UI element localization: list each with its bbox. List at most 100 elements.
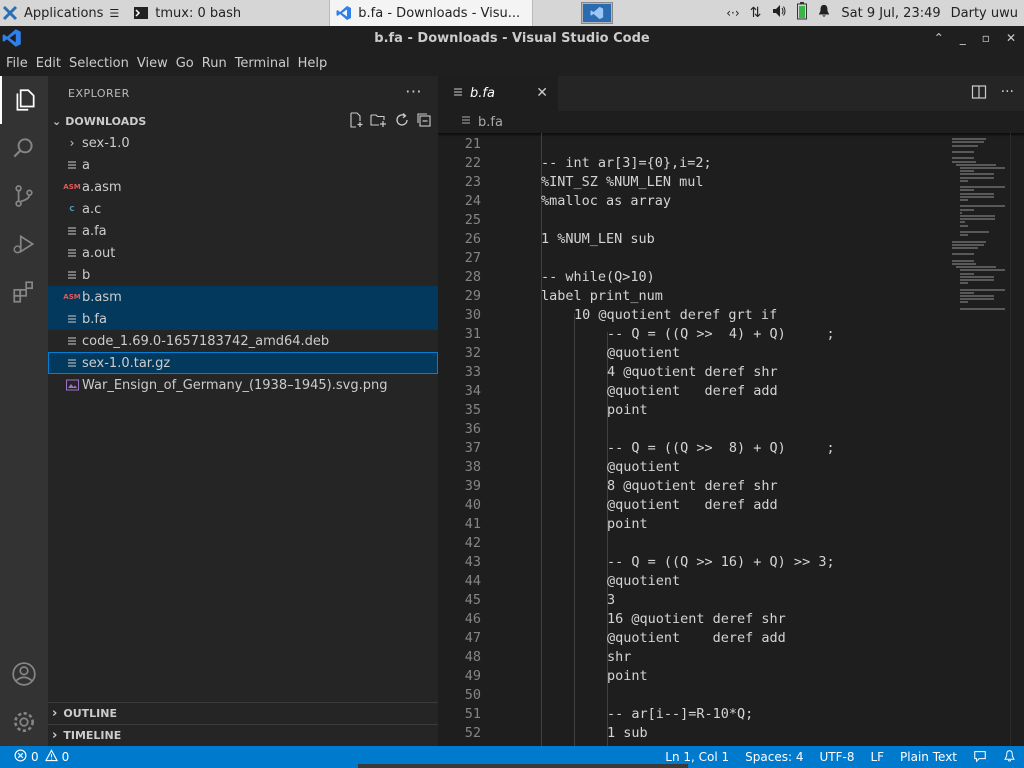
code-line: 34 @quotient deref add [438,382,958,401]
code-line: 29 label print_num [438,287,958,306]
tree-item-folder-sex[interactable]: › sex-1.0 [48,132,438,154]
run-debug-icon [13,234,35,254]
horizontal-scrollbar[interactable] [358,764,688,768]
folder-section-header[interactable]: ⌄ DOWNLOADS [48,110,438,132]
menu-view[interactable]: View [133,56,172,71]
file-lines-icon [64,245,80,261]
encoding[interactable]: UTF-8 [811,750,862,764]
code-text: %malloc as array [541,193,672,209]
tree-item-label: a [82,157,90,173]
tab-label: b.fa [470,86,495,101]
tree-item-sex-tar[interactable]: sex-1.0.tar.gz [48,352,438,374]
run-debug-button[interactable] [0,220,48,268]
end-of-line[interactable]: LF [862,750,892,764]
menu-edit[interactable]: Edit [32,56,65,71]
code-line: 36 [438,420,958,439]
minimize-icon[interactable]: _ [960,31,966,45]
close-window-icon[interactable]: ✕ [1006,31,1016,45]
tree-item-a[interactable]: a [48,154,438,176]
tree-item-a-out[interactable]: a.out [48,242,438,264]
tree-item-label: a.fa [82,223,107,239]
line-number: 41 [464,516,481,532]
menu-selection[interactable]: Selection [65,56,133,71]
menu-file[interactable]: File [2,56,32,71]
file-lines-icon [64,311,80,327]
more-actions-icon[interactable]: ··· [405,82,422,101]
collapse-all-icon[interactable] [416,112,432,131]
files-icon [16,89,35,111]
tree-item-code-deb[interactable]: code_1.69.0-1657183742_amd64.deb [48,330,438,352]
notifications-bell-icon[interactable] [995,749,1024,766]
battery-icon[interactable] [797,2,808,24]
volume-icon[interactable] [771,3,787,23]
menu-terminal[interactable]: Terminal [231,56,294,71]
close-tab-icon[interactable]: ✕ [536,85,548,101]
tab-b-fa[interactable]: b.fa ✕ [438,76,558,111]
minimap-line [960,170,975,173]
feedback-icon[interactable] [965,749,995,766]
tree-item-b-asm[interactable]: ASM b.asm [48,286,438,308]
cursor-position[interactable]: Ln 1, Col 1 [657,750,737,764]
more-actions-icon[interactable]: ··· [1001,84,1014,104]
code-text: -- ar[i--]=R-10*Q; [607,706,754,722]
code-line: 37 -- Q = ((Q >> 8) + Q) ; [438,439,958,458]
line-number: 48 [464,649,481,665]
breadcrumb-item[interactable]: b.fa [478,115,503,130]
explorer-header: EXPLORER ··· [48,76,438,110]
line-number: 24 [464,193,481,209]
vscode-logo-icon [590,6,604,20]
workspace-1[interactable] [583,4,612,22]
search-button[interactable] [0,124,48,172]
restore-icon[interactable]: ▫ [982,31,990,45]
minimap-line [960,221,965,224]
tree-item-a-fa[interactable]: a.fa [48,220,438,242]
code-line: 44 @quotient [438,572,958,591]
taskbar-item-vscode[interactable]: b.fa - Downloads - Visu... [329,0,534,26]
minimap-line [960,234,968,237]
accounts-button[interactable] [0,650,48,698]
code-line: 31 -- Q = ((Q >> 4) + Q) ; [438,325,958,344]
network-arrows-icon[interactable]: ‹·› [726,6,739,20]
line-number: 49 [464,668,481,684]
notification-bell-icon[interactable] [817,4,831,22]
new-folder-icon[interactable] [370,112,388,131]
split-editor-icon[interactable] [971,84,987,104]
tree-item-a-asm[interactable]: ASM a.asm [48,176,438,198]
chevron-down-icon: ⌄ [52,114,62,128]
user-name[interactable]: Darty uwu [951,6,1018,21]
tree-item-a-c[interactable]: C a.c [48,198,438,220]
minimap-line [960,288,1005,291]
transfer-icon[interactable]: ⇅ [750,5,762,21]
minimap-line [960,199,968,201]
maximize-chevron-icon[interactable]: ⌃ [934,31,944,45]
source-control-button[interactable] [0,172,48,220]
minimap-line [952,259,975,262]
extensions-button[interactable] [0,268,48,316]
window-title: b.fa - Downloads - Visual Studio Code [374,30,650,46]
indentation[interactable]: Spaces: 4 [737,750,811,764]
applications-menu[interactable]: Applications ☰ [0,0,125,26]
code-line: 47 @quotient deref add [438,629,958,648]
manage-button[interactable] [0,698,48,746]
tree-item-war-ensign[interactable]: War_Ensign_of_Germany_(1938–1945).svg.pn… [48,374,438,396]
refresh-icon[interactable] [394,112,410,131]
code-line: 27 [438,249,958,268]
code-editor[interactable]: 21 22 -- int ar[3]={0},i=2; 23 %INT_SZ %NUM_… [438,133,1024,746]
vscode-logo-icon [336,5,352,21]
problems-indicator[interactable]: 0 0 [0,749,69,765]
vertical-scrollbar[interactable] [1010,133,1024,746]
language-mode[interactable]: Plain Text [892,750,965,764]
tree-item-b-fa[interactable]: b.fa [48,308,438,330]
menu-help[interactable]: Help [294,56,332,71]
clock[interactable]: Sat 9 Jul, 23:49 [841,6,940,21]
minimap[interactable] [952,133,1010,313]
timeline-section-header[interactable]: › TIMELINE [48,724,438,746]
explorer-button[interactable] [0,76,48,124]
taskbar-item-tmux[interactable]: tmux: 0 bash [127,0,327,26]
new-file-icon[interactable] [348,112,364,131]
workspace-switcher[interactable] [581,2,614,24]
menu-go[interactable]: Go [172,56,198,71]
tree-item-b[interactable]: b [48,264,438,286]
outline-section-header[interactable]: › OUTLINE [48,702,438,724]
menu-run[interactable]: Run [198,56,231,71]
